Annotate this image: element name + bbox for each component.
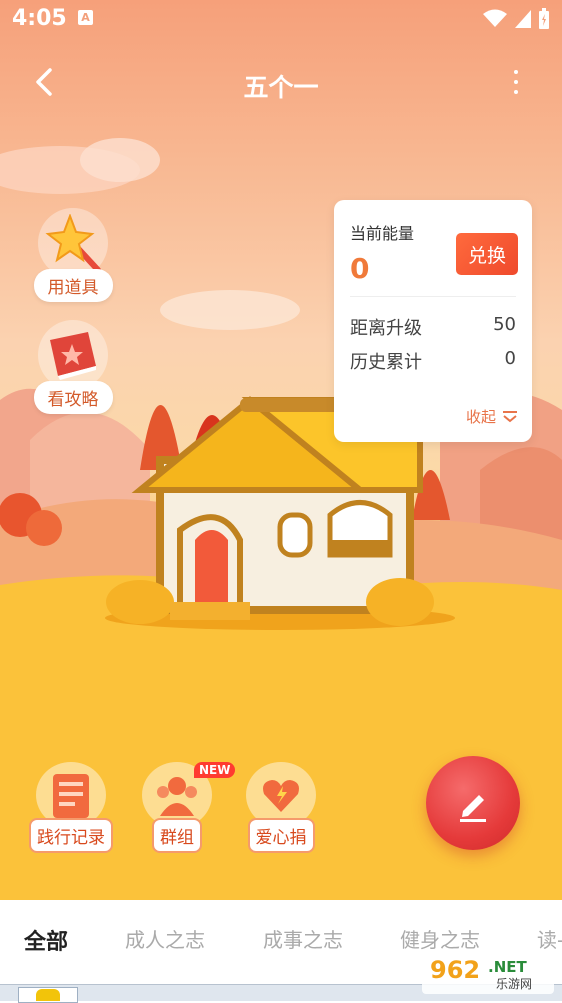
more-menu-icon[interactable] — [506, 66, 526, 98]
charity-donate-button[interactable]: 爱心捐 — [234, 762, 328, 853]
group-label: 群组 — [152, 818, 202, 853]
tab-fitness[interactable]: 健身之志 — [400, 924, 480, 953]
energy-card: 当前能量 0 兑换 距离升级 50 历史累计 0 收起 — [334, 200, 532, 442]
tab-reading[interactable]: 读- — [537, 924, 562, 953]
charity-donate-label: 爱心捐 — [247, 818, 315, 853]
signal-icon — [515, 10, 531, 28]
collapse-label: 收起 — [465, 408, 496, 426]
current-energy-value: 0 — [350, 252, 370, 285]
battery-icon — [539, 8, 549, 29]
card-divider — [350, 296, 516, 297]
donate-icon — [263, 780, 299, 812]
watermark-sub: 乐游网 — [496, 977, 532, 991]
watermark-suffix: .NET — [488, 958, 527, 976]
new-badge: NEW — [194, 762, 236, 778]
page-title: 五个一 — [243, 73, 319, 102]
use-props-button[interactable]: 用道具 — [28, 208, 118, 302]
write-post-fab[interactable] — [426, 756, 520, 850]
tab-adulthood[interactable]: 成人之志 — [125, 924, 205, 953]
watermark-logo: 962 .NET 乐游网 — [422, 950, 554, 994]
guide-book-icon — [50, 332, 96, 380]
practice-record-button[interactable]: 践行记录 — [24, 762, 118, 853]
notification-icon: A — [78, 10, 93, 25]
exchange-button[interactable]: 兑换 — [456, 233, 518, 275]
history-label: 历史累计 — [350, 352, 422, 373]
taskbar-app-icon — [36, 989, 60, 1001]
upgrade-value: 50 — [493, 314, 516, 335]
watermark-number: 962 — [430, 956, 480, 984]
history-value: 0 — [504, 348, 516, 369]
pencil-icon — [460, 795, 486, 822]
practice-record-label: 践行记录 — [29, 818, 113, 853]
wifi-icon — [483, 9, 507, 27]
history-row: 历史累计 0 — [350, 348, 516, 374]
tab-all[interactable]: 全部 — [24, 924, 68, 956]
upgrade-row: 距离升级 50 — [350, 314, 516, 340]
current-energy-label: 当前能量 — [350, 224, 415, 243]
use-props-label: 用道具 — [33, 269, 113, 302]
top-bar: 五个一 — [0, 50, 562, 114]
magic-wand-icon — [45, 214, 101, 272]
upgrade-label: 距离升级 — [350, 318, 422, 339]
record-icon — [53, 774, 89, 818]
collapse-button[interactable]: 收起 — [466, 406, 518, 427]
status-time: 4:05 — [12, 6, 67, 31]
tab-achievement[interactable]: 成事之志 — [263, 924, 343, 953]
status-bar: 4:05 A — [0, 0, 562, 38]
collapse-chevron-icon — [503, 410, 517, 422]
home-scene: 4:05 A 五个一 用道具 看攻略 当前能量 0 兑换 距离升级 50 历史累… — [0, 0, 562, 900]
